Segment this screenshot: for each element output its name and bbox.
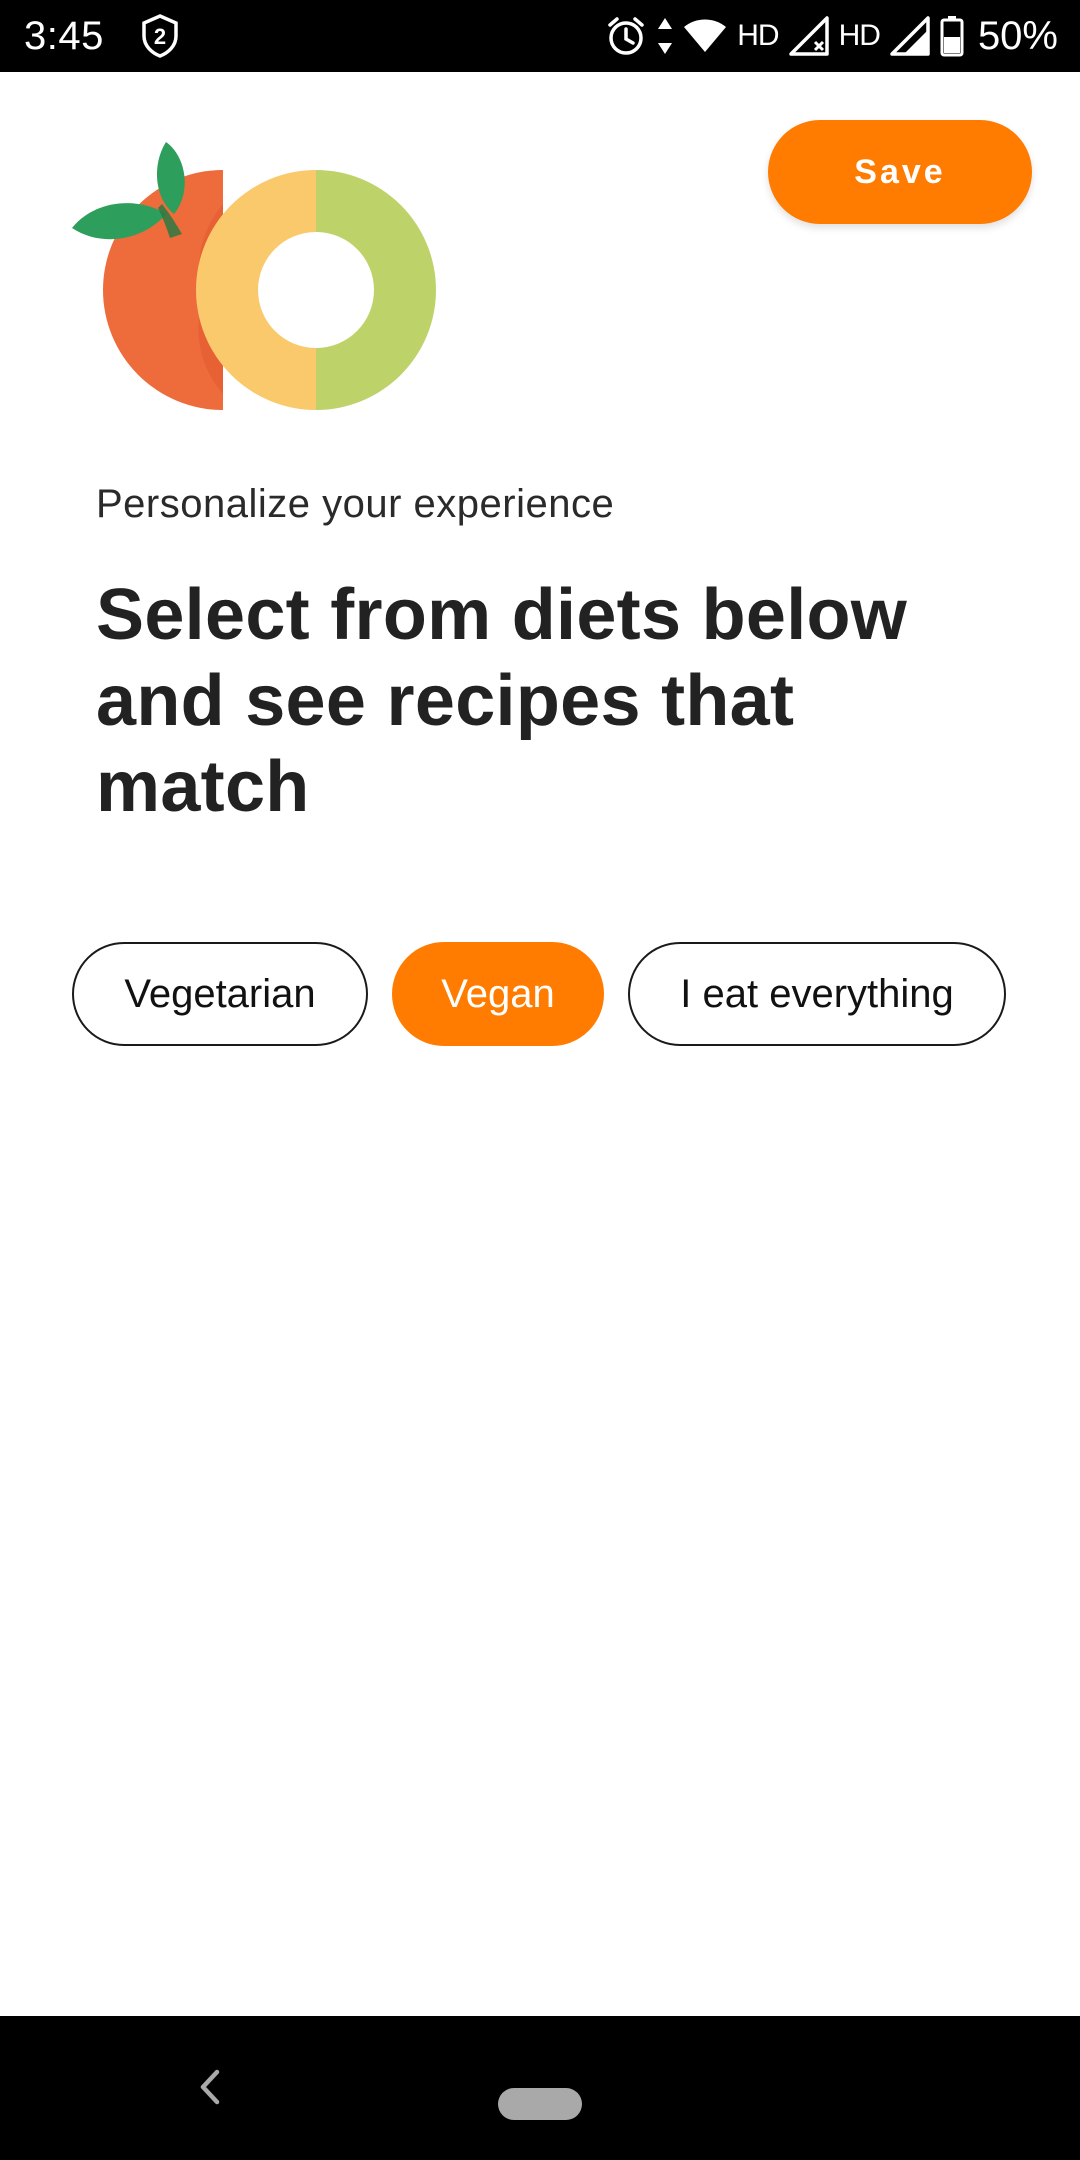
navigation-bar [0,2016,1080,2160]
back-icon[interactable] [190,2062,230,2112]
app-logo [66,134,446,454]
diet-option-vegan[interactable]: Vegan [392,942,604,1046]
shield-badge-icon: 2 [140,14,180,58]
status-bar-right: HD HD 50% [605,14,1058,59]
wifi-icon [683,18,727,54]
page-title: Select from diets below and see recipes … [96,575,908,827]
diet-options: Vegetarian Vegan I eat everything [72,942,1006,1046]
status-bar: 3:45 2 HD HD 50% [0,0,1080,72]
alarm-icon [605,15,647,57]
page-subtitle: Personalize your experience [96,482,615,526]
status-time: 3:45 [24,13,104,58]
data-arrows-icon [657,16,673,56]
network-type-label: HD [838,19,881,52]
signal-icon [788,16,829,56]
diet-option-everything[interactable]: I eat everything [628,942,1006,1046]
notification-badge-count: 2 [154,24,166,49]
diet-option-vegetarian[interactable]: Vegetarian [72,942,368,1046]
status-bar-left: 3:45 2 [24,14,180,59]
battery-percent: 50% [977,13,1058,58]
battery-icon [940,15,964,57]
network-type-label: HD [737,19,779,52]
diet-selection-screen: 3:45 2 HD HD 50% Save Personalize your e… [0,0,1080,2160]
signal-icon [890,16,930,56]
save-button[interactable]: Save [768,120,1032,224]
home-pill-icon[interactable] [498,2088,582,2120]
